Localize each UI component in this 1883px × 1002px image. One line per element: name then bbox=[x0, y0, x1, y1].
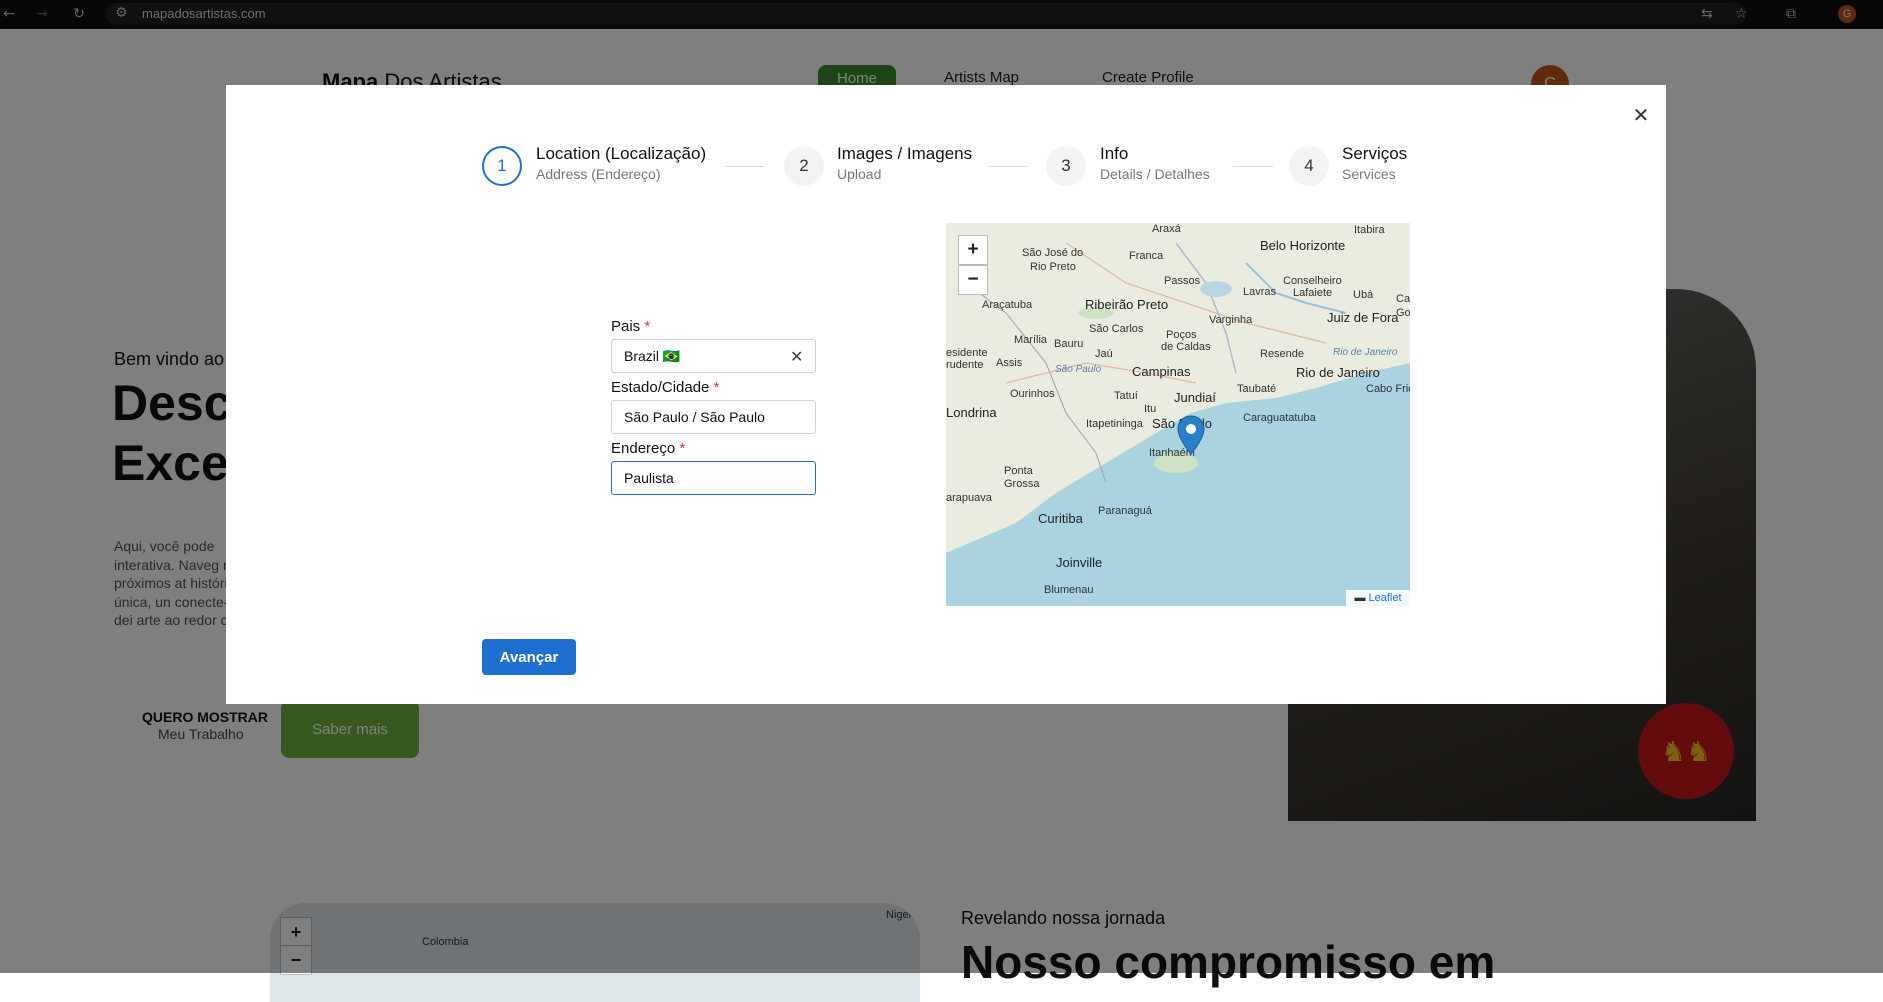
map-city-label: Belo Horizonte bbox=[1260, 238, 1346, 253]
step-4-subtitle: Services bbox=[1342, 166, 1396, 182]
step-connector bbox=[725, 166, 765, 167]
map-city-label: rudente bbox=[946, 359, 984, 371]
step-connector bbox=[988, 166, 1028, 167]
map-city-label: Poços bbox=[1166, 329, 1197, 341]
map-city-label: Grossa bbox=[1004, 478, 1040, 490]
step-1-subtitle: Address (Endereço) bbox=[536, 166, 661, 182]
map-river-label: Rio de Janeiro bbox=[1333, 347, 1398, 358]
close-icon[interactable]: ✕ bbox=[1628, 102, 1654, 128]
map-city-label: esidente bbox=[946, 347, 988, 359]
map-city-label: Blumenau bbox=[1044, 584, 1094, 596]
map-city-label: Juiz de Fora bbox=[1327, 310, 1399, 325]
map-city-label: Conselheiro bbox=[1283, 275, 1342, 287]
step-connector bbox=[1233, 166, 1273, 167]
map-city-label: Ourinhos bbox=[1010, 388, 1055, 400]
address-input[interactable] bbox=[624, 470, 803, 486]
map-city-label: Ubá bbox=[1353, 289, 1374, 301]
map-zoom-in-button[interactable]: + bbox=[958, 235, 988, 265]
step-3-circle[interactable]: 3 bbox=[1046, 146, 1086, 186]
map-city-label: Marília bbox=[1014, 334, 1048, 346]
ukraine-flag-icon: ▬ bbox=[1354, 592, 1366, 604]
map-city-label: Ponta bbox=[1004, 465, 1033, 477]
clear-country-icon[interactable]: ✕ bbox=[790, 347, 803, 366]
step-1-title: Location (Localização) bbox=[536, 144, 707, 163]
country-label: Pais * bbox=[611, 318, 651, 335]
map-city-label: Curitiba bbox=[1038, 511, 1083, 526]
map-city-label: Lafaiete bbox=[1293, 287, 1333, 299]
map-city-label: Resende bbox=[1260, 348, 1305, 360]
address-field[interactable] bbox=[611, 461, 816, 495]
step-3-subtitle: Details / Detalhes bbox=[1100, 166, 1210, 182]
address-label: Endereço * bbox=[611, 440, 686, 457]
step-2-title: Images / Imagens bbox=[837, 144, 973, 163]
location-map[interactable]: Araxá Itabira São José do Rio Preto Fran… bbox=[946, 223, 1410, 606]
map-city-label: Cam bbox=[1396, 293, 1410, 305]
map-city-label: Itu bbox=[1144, 403, 1157, 415]
leaflet-attribution[interactable]: ▬ Leaflet bbox=[1346, 590, 1410, 606]
map-city-label: Campinas bbox=[1132, 364, 1191, 379]
step-2-subtitle: Upload bbox=[837, 166, 882, 182]
map-city-label: Jundiaí bbox=[1174, 390, 1216, 405]
map-city-label: Cabo Frio bbox=[1366, 383, 1410, 395]
map-city-label: São Carlos bbox=[1089, 323, 1144, 335]
map-city-label: Bauru bbox=[1054, 338, 1084, 350]
step-4-title: Serviços bbox=[1342, 144, 1408, 163]
map-zoom-out-button[interactable]: − bbox=[958, 265, 988, 295]
map-city-label: Caraguatatuba bbox=[1243, 412, 1316, 424]
map-city-label: Lavras bbox=[1243, 286, 1277, 298]
map-city-label: Itapetininga bbox=[1086, 418, 1143, 430]
map-city-label: Joinville bbox=[1056, 555, 1103, 570]
country-select[interactable]: Brazil 🇧🇷 bbox=[611, 339, 816, 373]
map-city-label: Londrina bbox=[946, 405, 997, 420]
step-2-circle[interactable]: 2 bbox=[784, 146, 824, 186]
map-city-label: Paranaguá bbox=[1098, 505, 1152, 517]
next-button[interactable]: Avançar bbox=[482, 639, 576, 675]
map-city-label: Araxá bbox=[1152, 223, 1181, 235]
map-city-label: Araçatuba bbox=[982, 299, 1033, 311]
step-1-circle[interactable]: 1 bbox=[482, 146, 522, 186]
step-4-circle[interactable]: 4 bbox=[1289, 146, 1329, 186]
map-city-label: Assis bbox=[996, 357, 1023, 369]
map-city-label: São José do bbox=[1022, 247, 1084, 259]
map-city-label: Taubaté bbox=[1237, 383, 1277, 395]
map-city-label: Itabira bbox=[1354, 224, 1385, 236]
map-river-label: São Paulo bbox=[1055, 364, 1102, 375]
step-3-title: Info bbox=[1100, 144, 1129, 163]
state-city-input[interactable] bbox=[624, 409, 803, 425]
map-city-label: Franca bbox=[1129, 250, 1164, 262]
map-city-label: Ribeirão Preto bbox=[1085, 297, 1169, 312]
map-city-label: Tatuí bbox=[1114, 390, 1138, 402]
map-city-label: de Caldas bbox=[1161, 341, 1211, 353]
map-marker-icon[interactable] bbox=[1177, 415, 1205, 455]
map-city-label: Rio Preto bbox=[1030, 261, 1076, 273]
map-city-label: arapuava bbox=[946, 492, 992, 504]
state-city-label: Estado/Cidade * bbox=[611, 379, 720, 396]
map-city-label: Varginha bbox=[1209, 314, 1253, 326]
map-city-label: Rio de Janeiro bbox=[1296, 365, 1380, 380]
map-city-label: Passos bbox=[1164, 275, 1201, 287]
state-city-field[interactable] bbox=[611, 400, 816, 434]
map-city-label: Jaú bbox=[1095, 348, 1113, 360]
